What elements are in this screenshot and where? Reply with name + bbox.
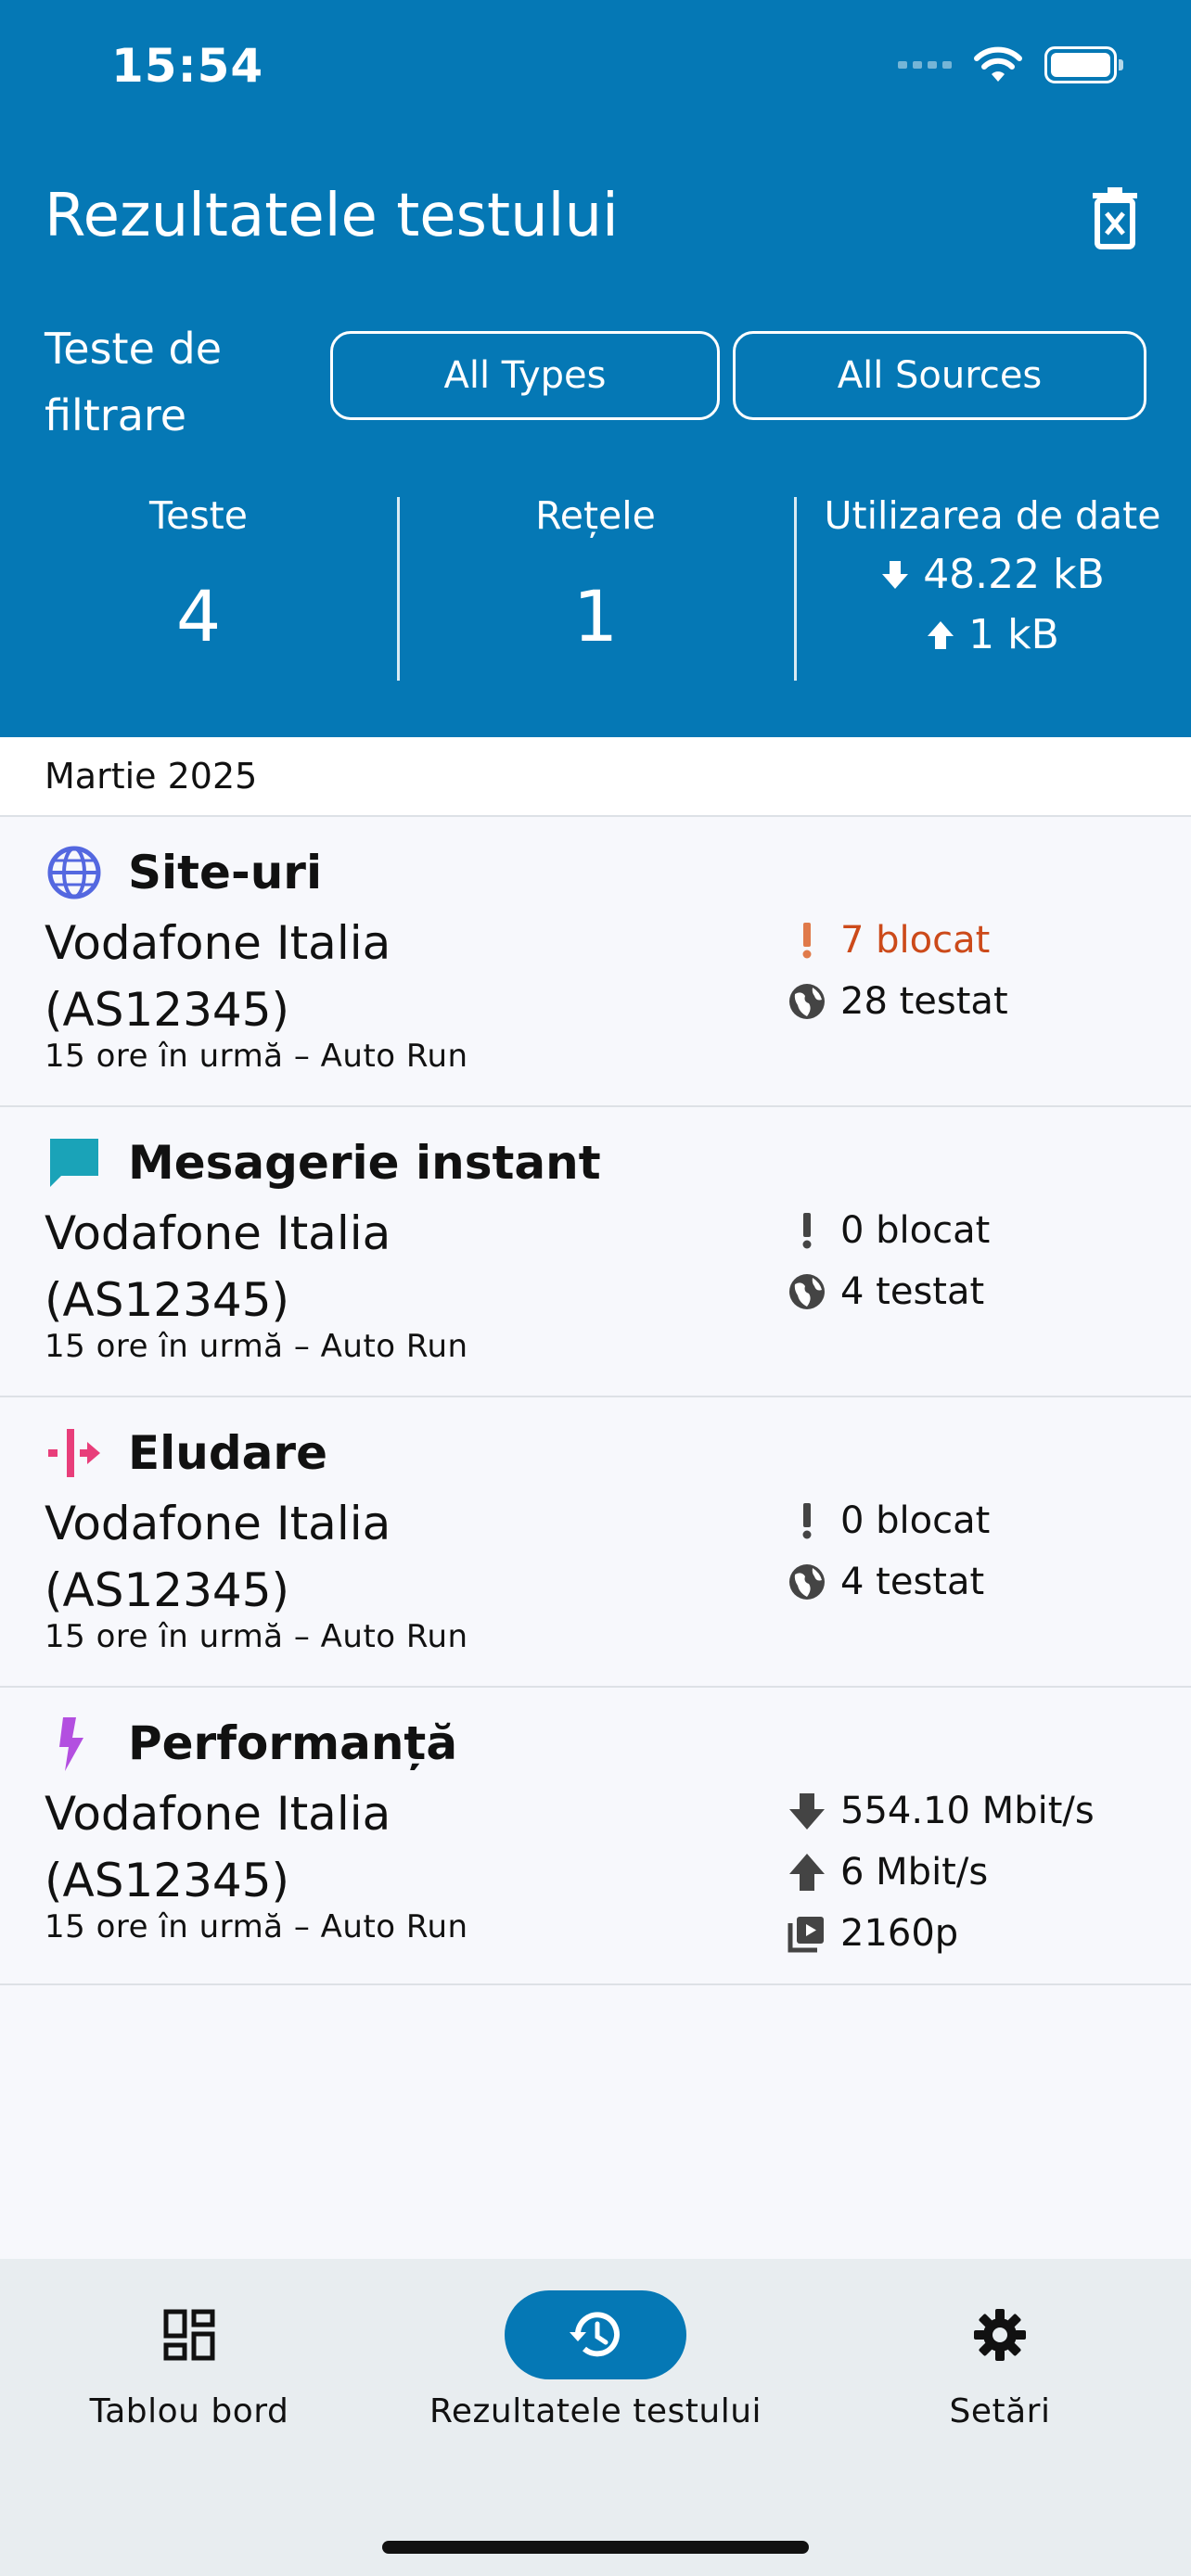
download-speed-value: 554.10 Mbit/s	[840, 1790, 1095, 1832]
nav-dashboard-label: Tablou bord	[89, 2392, 289, 2430]
arrow-down-icon	[789, 1793, 825, 1830]
result-meta: 15 ore în urmă – Auto Run	[45, 1328, 468, 1365]
stat-data-label: Utilizarea de date	[824, 493, 1161, 538]
result-row-performance[interactable]: Performanță Vodafone Italia (AS12345) 15…	[0, 1688, 1191, 1985]
arrow-down-icon	[882, 560, 909, 589]
exclamation-icon	[802, 1503, 812, 1539]
globe-icon	[47, 846, 101, 899]
result-stats: 7 blocat 28 testat	[787, 910, 1008, 1032]
video-quality-value: 2160p	[840, 1912, 959, 1955]
result-meta: 15 ore în urmă – Auto Run	[45, 1908, 468, 1945]
upload-speed: 6 Mbit/s	[787, 1842, 1095, 1903]
download-speed: 554.10 Mbit/s	[787, 1780, 1095, 1842]
download-usage-value: 48.22 kB	[923, 551, 1105, 598]
tested-count: 4 testat	[787, 1261, 990, 1322]
arrow-up-icon	[928, 620, 954, 649]
result-header: Site-uri	[45, 843, 322, 902]
nav-settings-label: Setări	[949, 2392, 1051, 2430]
result-header: Performanță	[45, 1714, 457, 1773]
blocked-count: 0 blocat	[787, 1490, 990, 1551]
result-stats: 0 blocat 4 testat	[787, 1200, 990, 1322]
tested-count-value: 4 testat	[840, 1270, 985, 1313]
status-icons	[898, 46, 1123, 83]
signal-icon	[898, 61, 952, 69]
lightning-icon	[59, 1717, 83, 1771]
stat-tests-value: 4	[175, 575, 222, 657]
filter-label: Teste de filtrare	[45, 324, 223, 440]
battery-icon	[1044, 46, 1123, 83]
nav-results-icon-wrap	[505, 2290, 686, 2379]
tested-count-value: 28 testat	[840, 980, 1008, 1023]
stat-networks-value: 1	[572, 575, 619, 657]
wifi-icon	[974, 46, 1022, 82]
arrow-up-icon	[789, 1854, 825, 1891]
result-header: Eludare	[45, 1423, 327, 1483]
result-title: Eludare	[128, 1426, 327, 1480]
result-stats: 554.10 Mbit/s 6 Mbit/s 2160p	[787, 1780, 1095, 1964]
stat-networks-label: Rețele	[535, 493, 656, 538]
dashboard-icon	[163, 2309, 215, 2361]
blocked-count-value: 0 blocat	[840, 1209, 991, 1252]
result-stats: 0 blocat 4 testat	[787, 1490, 990, 1613]
results-list: Site-uri Vodafone Italia (AS12345) 15 or…	[0, 817, 1191, 1985]
upload-usage-value: 1 kB	[968, 611, 1059, 658]
stat-tests-label: Teste	[149, 493, 248, 538]
stat-data-usage: Utilizarea de date 48.22 kB 1 kB	[794, 491, 1191, 682]
home-indicator[interactable]	[382, 2541, 809, 2554]
stat-tests: Teste 4	[0, 491, 397, 682]
filter-sources-button[interactable]: All Sources	[733, 331, 1146, 420]
page-title: Rezultatele testului	[45, 182, 619, 250]
exclamation-icon	[802, 1213, 812, 1249]
result-title: Site-uri	[128, 846, 323, 899]
video-icon	[788, 1917, 824, 1953]
summary-stats: Teste 4 Rețele 1 Utilizarea de date 48.2…	[0, 491, 1191, 682]
status-time: 15:54	[111, 39, 264, 93]
month-header: Martie 2025	[0, 737, 1191, 817]
video-quality: 2160p	[787, 1903, 1095, 1964]
nav-results-label: Rezultatele testului	[429, 2392, 762, 2430]
nav-settings-icon-wrap	[909, 2290, 1091, 2379]
delete-all-button[interactable]	[1087, 185, 1143, 250]
blocked-count-value: 0 blocat	[840, 1499, 991, 1542]
result-network: Vodafone Italia (AS12345)	[45, 1787, 391, 1907]
result-title: Mesagerie instant	[128, 1136, 601, 1190]
result-network: Vodafone Italia (AS12345)	[45, 916, 391, 1037]
result-network: Vodafone Italia (AS12345)	[45, 1497, 391, 1617]
upload-usage: 1 kB	[926, 611, 1059, 658]
blocked-count-value: 7 blocat	[840, 919, 991, 962]
stat-networks: Rețele 1	[397, 491, 794, 682]
earth-icon	[789, 1274, 825, 1309]
nav-dashboard-icon-wrap	[98, 2290, 280, 2379]
nav-settings[interactable]: Setări	[805, 2290, 1191, 2430]
nav-dashboard[interactable]: Tablou bord	[0, 2290, 384, 2430]
result-title: Performanță	[128, 1716, 458, 1770]
earth-icon	[789, 1564, 825, 1600]
earth-icon	[789, 984, 825, 1019]
blocked-count: 0 blocat	[787, 1200, 990, 1261]
nav-test-results[interactable]: Rezultatele testului	[401, 2290, 790, 2430]
download-usage: 48.22 kB	[880, 551, 1105, 598]
exclamation-icon	[802, 923, 812, 959]
result-network: Vodafone Italia (AS12345)	[45, 1206, 391, 1327]
trash-icon	[1093, 187, 1137, 249]
gear-icon	[974, 2309, 1026, 2361]
result-meta: 15 ore în urmă – Auto Run	[45, 1038, 468, 1075]
result-row-instant-messaging[interactable]: Mesagerie instant Vodafone Italia (AS123…	[0, 1107, 1191, 1397]
filter-types-button[interactable]: All Types	[330, 331, 720, 420]
history-icon	[570, 2312, 620, 2357]
upload-speed-value: 6 Mbit/s	[840, 1851, 989, 1894]
tested-count: 28 testat	[787, 971, 1008, 1032]
bottom-navigation: Tablou bord Rezultatele testului Setări	[0, 2259, 1191, 2576]
result-meta: 15 ore în urmă – Auto Run	[45, 1618, 468, 1655]
tested-count-value: 4 testat	[840, 1561, 985, 1603]
header: 15:54 Rezultatele testului Teste de filt…	[0, 0, 1191, 737]
chat-icon	[50, 1139, 98, 1187]
result-header: Mesagerie instant	[45, 1133, 601, 1192]
result-row-websites[interactable]: Site-uri Vodafone Italia (AS12345) 15 or…	[0, 817, 1191, 1107]
tested-count: 4 testat	[787, 1551, 990, 1613]
blocked-count: 7 blocat	[787, 910, 1008, 971]
circumvention-icon	[48, 1429, 100, 1477]
result-row-circumvention[interactable]: Eludare Vodafone Italia (AS12345) 15 ore…	[0, 1397, 1191, 1688]
